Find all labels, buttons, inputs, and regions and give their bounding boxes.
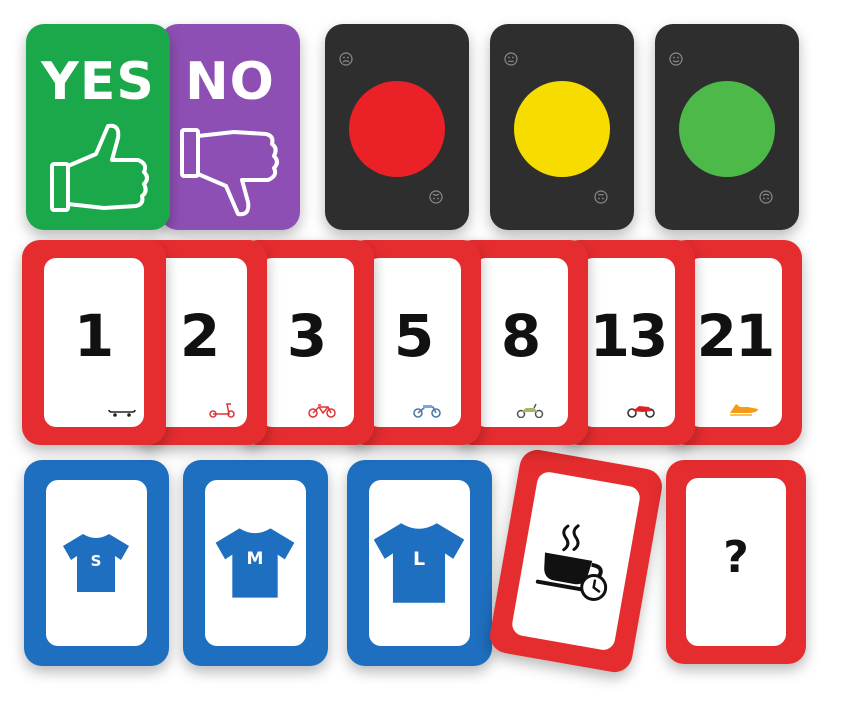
sad-face-icon	[429, 190, 443, 204]
bicycle-icon	[306, 402, 338, 418]
question-card[interactable]: ?	[666, 460, 806, 664]
size-card-m[interactable]: M	[183, 460, 328, 666]
size-card-l[interactable]: L	[347, 460, 492, 666]
green-light	[679, 81, 775, 177]
sad-face-icon	[339, 52, 353, 66]
sportbike-icon	[625, 402, 657, 418]
size-label: L	[412, 548, 426, 570]
neutral-face-icon	[504, 52, 518, 66]
yellow-light	[514, 81, 610, 177]
question-mark: ?	[723, 532, 749, 583]
motorbike-icon	[411, 402, 443, 418]
yellow-light-card[interactable]	[490, 24, 634, 230]
size-card-s[interactable]: S	[24, 460, 169, 666]
yes-card[interactable]: YES	[26, 24, 170, 230]
estimate-value: 1	[73, 302, 115, 370]
red-light	[349, 81, 445, 177]
size-label: S	[90, 552, 102, 570]
red-light-card[interactable]	[325, 24, 469, 230]
size-label: M	[246, 549, 264, 569]
coffee-break-icon	[532, 518, 620, 604]
rocket-icon	[728, 402, 760, 418]
green-light-card[interactable]	[655, 24, 799, 230]
yes-label: YES	[41, 52, 155, 112]
no-label: NO	[185, 52, 275, 112]
neutral-face-icon	[594, 190, 608, 204]
moped-icon	[514, 402, 546, 418]
scooter-icon	[207, 402, 239, 418]
no-card[interactable]: NO	[160, 24, 300, 230]
coffee-break-card[interactable]	[487, 447, 665, 675]
skateboard-icon	[106, 402, 138, 418]
happy-face-icon	[759, 190, 773, 204]
thumbs-up-icon	[48, 118, 152, 218]
thumbs-down-icon	[178, 122, 282, 222]
happy-face-icon	[669, 52, 683, 66]
estimate-card-1[interactable]: 1	[22, 240, 166, 445]
